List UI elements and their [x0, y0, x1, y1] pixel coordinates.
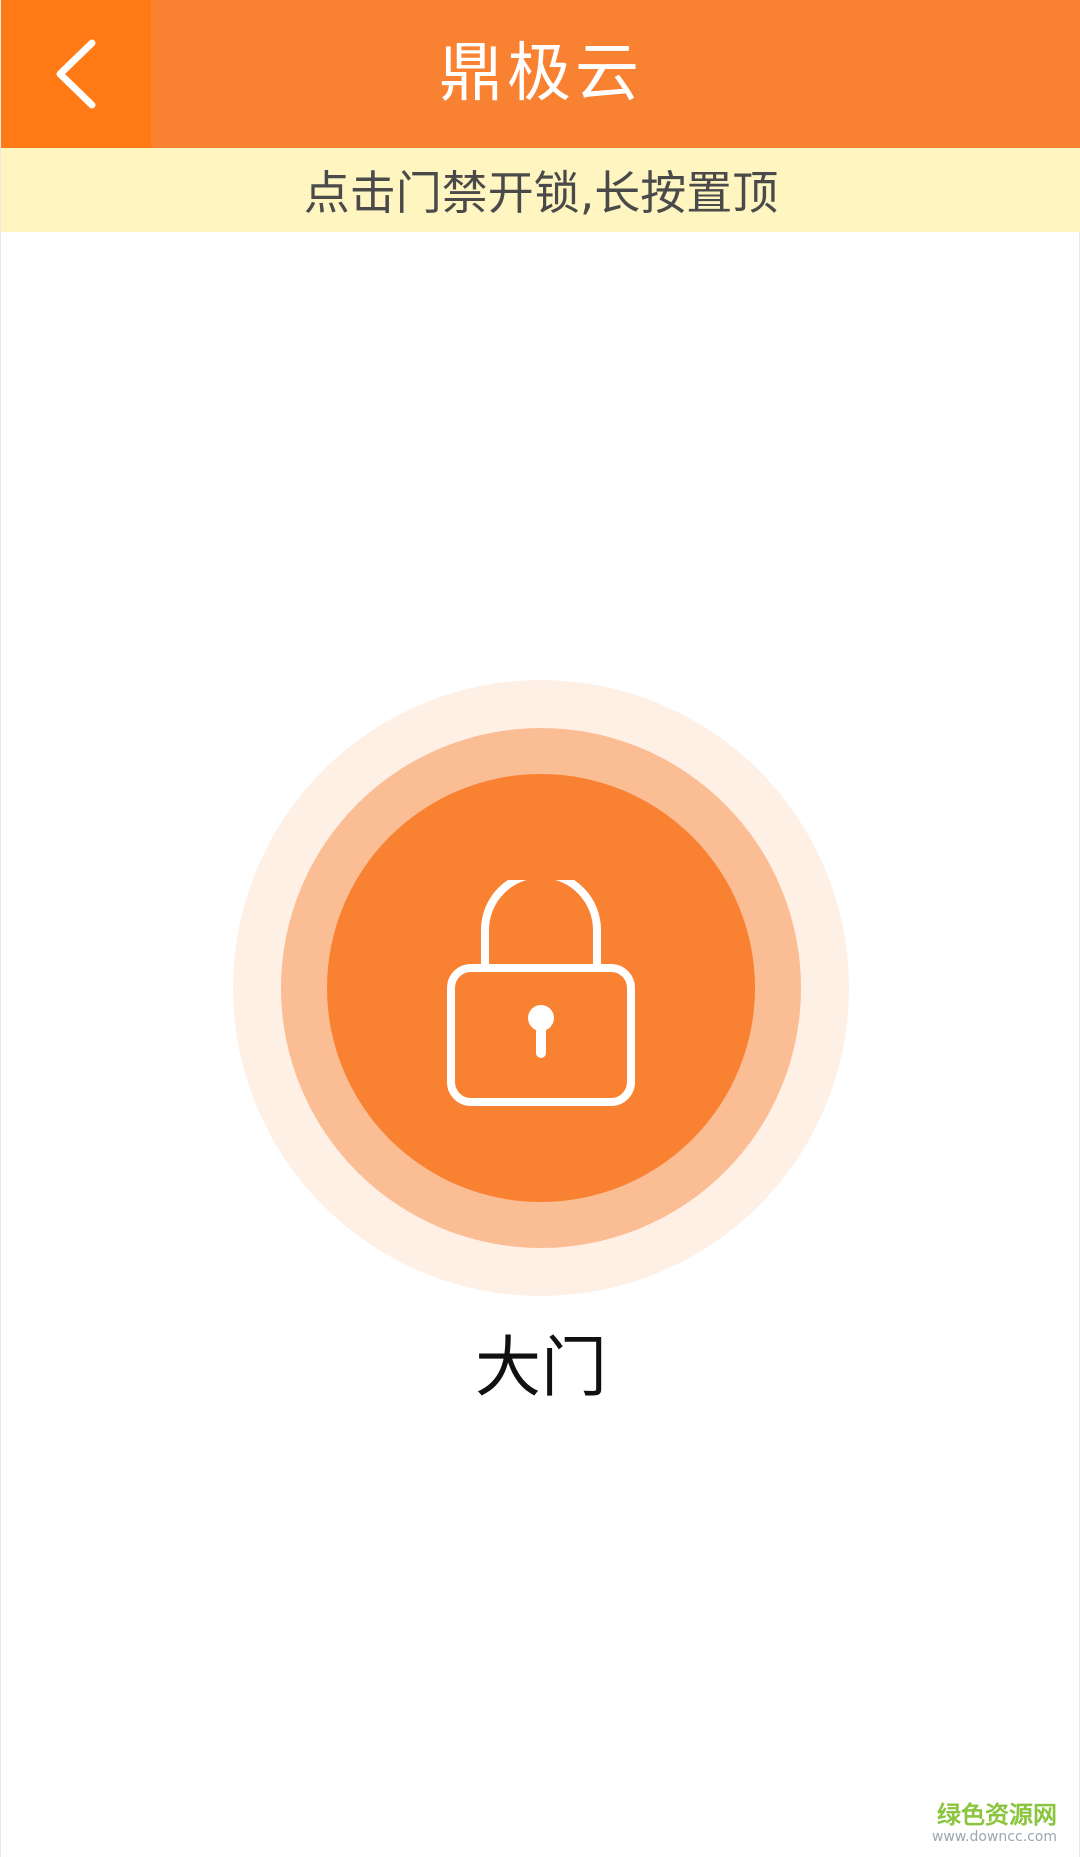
app-screen: 鼎极云 点击门禁开锁,长按置顶 大门 绿色资源网 www.downcc.com [0, 0, 1080, 1857]
page-title: 鼎极云 [439, 37, 643, 111]
lock-icon [447, 880, 635, 1106]
watermark-url: www.downcc.com [931, 1829, 1057, 1845]
back-button[interactable] [1, 0, 151, 148]
door-unlock-button[interactable] [233, 680, 849, 1296]
watermark-logo: 绿色资源网 www.downcc.com [932, 1801, 1057, 1845]
tip-text: 点击门禁开锁,长按置顶 [303, 166, 779, 220]
header-bar: 鼎极云 [1, 0, 1080, 148]
watermark-cn: 绿色资源网 [937, 1801, 1057, 1829]
tip-banner: 点击门禁开锁,长按置顶 [1, 148, 1080, 232]
chevron-left-icon [56, 39, 96, 109]
door-name-label: 大门 [475, 1329, 607, 1406]
